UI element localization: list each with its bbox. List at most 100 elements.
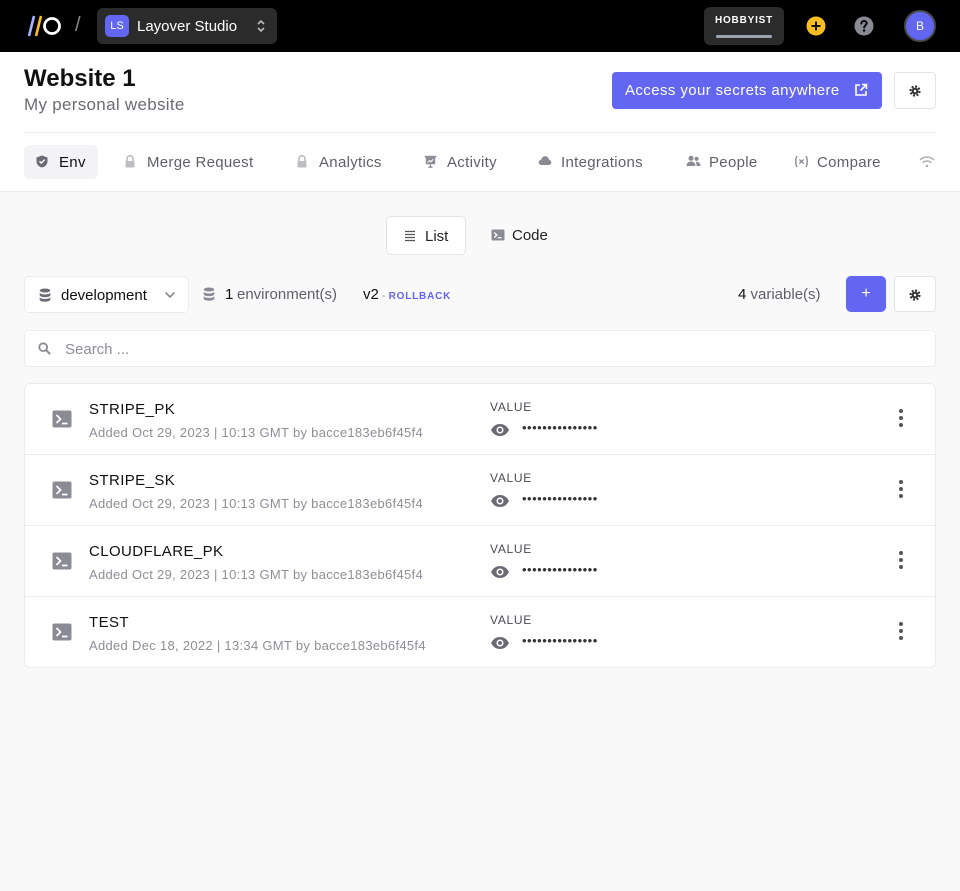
search-input[interactable]: [65, 339, 915, 359]
eye-icon[interactable]: [490, 636, 510, 650]
variable-row[interactable]: STRIPE_SK Added Oct 29, 2023 | 10:13 GMT…: [25, 455, 935, 526]
org-avatar: LS: [105, 15, 129, 37]
tab-label: People: [709, 154, 758, 171]
project-header: Website 1 My personal website Access you…: [0, 52, 960, 192]
masked-value: •••••••••••••••: [522, 562, 598, 577]
variable-row[interactable]: STRIPE_PK Added Oct 29, 2023 | 10:13 GMT…: [25, 384, 935, 455]
variable-meta: Added Oct 29, 2023 | 10:13 GMT by bacce1…: [89, 567, 423, 582]
value-label: VALUE: [490, 613, 532, 627]
variable-row[interactable]: CLOUDFLARE_PK Added Oct 29, 2023 | 10:13…: [25, 526, 935, 597]
gear-icon: [909, 289, 921, 301]
terminal-icon: [52, 552, 72, 570]
tab-analytics[interactable]: Analytics: [284, 145, 400, 179]
tab-label: Integrations: [561, 154, 643, 171]
variable-key: TEST: [89, 614, 129, 631]
wifi-icon[interactable]: [919, 155, 935, 168]
external-link-icon: [855, 83, 868, 96]
rollback-link[interactable]: ROLLBACK: [389, 291, 452, 302]
variable-row[interactable]: TEST Added Dec 18, 2022 | 13:34 GMT by b…: [25, 597, 935, 667]
tab-label: Activity: [447, 154, 497, 171]
environment-name: development: [61, 287, 147, 304]
cloud-icon: [538, 156, 552, 165]
environment-settings-button[interactable]: [894, 276, 936, 312]
value-label: VALUE: [490, 400, 532, 414]
tab-integrations[interactable]: Integrations: [526, 145, 662, 179]
chevron-updown-icon: [257, 19, 265, 33]
eye-icon[interactable]: [490, 565, 510, 579]
value-label: VALUE: [490, 542, 532, 556]
shield-icon: [36, 155, 48, 168]
breadcrumb-separator: /: [75, 14, 81, 36]
lock-icon: [297, 155, 307, 168]
version-number: v2: [363, 286, 379, 303]
terminal-icon: [491, 229, 505, 241]
tab-merge-request[interactable]: Merge Request: [112, 145, 270, 179]
tab-label: Compare: [817, 154, 881, 171]
plan-badge[interactable]: HOBBYIST: [704, 7, 784, 45]
plan-usage-fill: [716, 35, 772, 38]
environment-count-label: environment(s): [237, 286, 338, 303]
terminal-icon: [52, 410, 72, 428]
masked-value: •••••••••••••••: [522, 633, 598, 648]
code-view-label: Code: [512, 227, 548, 244]
database-icon: [39, 288, 51, 302]
plan-label: HOBBYIST: [714, 15, 774, 26]
variable-list: STRIPE_PK Added Oct 29, 2023 | 10:13 GMT…: [24, 383, 936, 668]
org-name: Layover Studio: [137, 18, 238, 35]
presentation-chart-icon: [424, 155, 437, 168]
masked-value: •••••••••••••••: [522, 420, 598, 435]
page-title: Website 1: [24, 65, 136, 92]
environment-count-number: 1: [225, 286, 234, 303]
tab-activity[interactable]: Activity: [412, 145, 516, 179]
top-bar: / LS Layover Studio HOBBYIST B: [0, 0, 960, 52]
eye-icon[interactable]: [490, 494, 510, 508]
environment-select[interactable]: development: [24, 276, 189, 313]
more-vertical-icon[interactable]: [893, 621, 909, 641]
access-secrets-button[interactable]: Access your secrets anywhere: [612, 72, 882, 109]
add-variable-button[interactable]: +: [846, 276, 886, 312]
users-icon: [686, 155, 701, 166]
variable-meta: Added Oct 29, 2023 | 10:13 GMT by bacce1…: [89, 496, 423, 511]
chevron-down-icon: [164, 291, 176, 299]
search-icon: [38, 342, 51, 355]
list-view-label: List: [425, 228, 449, 245]
database-icon: [203, 287, 215, 301]
variable-count-number: 4: [738, 286, 747, 303]
list-view-button[interactable]: List: [386, 216, 466, 255]
more-vertical-icon[interactable]: [893, 479, 909, 499]
app-logo-icon[interactable]: [24, 15, 62, 37]
terminal-icon: [52, 623, 72, 641]
help-icon[interactable]: [854, 16, 874, 36]
tab-label: Analytics: [319, 154, 382, 171]
masked-value: •••••••••••••••: [522, 491, 598, 506]
project-settings-button[interactable]: [894, 72, 936, 109]
variable-key: CLOUDFLARE_PK: [89, 543, 224, 560]
access-secrets-label: Access your secrets anywhere: [625, 82, 840, 99]
tab-compare[interactable]: Compare: [782, 145, 898, 179]
code-view-button[interactable]: Code: [474, 216, 564, 255]
gear-icon: [909, 85, 921, 97]
list-icon: [405, 230, 415, 242]
variable-icon: [795, 155, 808, 168]
add-circle-icon[interactable]: [806, 16, 826, 36]
value-label: VALUE: [490, 471, 532, 485]
version-indicator: v2 - ROLLBACK: [363, 286, 451, 303]
search-bar: [24, 330, 936, 367]
tab-env[interactable]: Env: [24, 145, 98, 179]
variable-count: 4 variable(s): [738, 286, 821, 303]
organization-switcher[interactable]: LS Layover Studio: [97, 8, 277, 44]
page-subtitle: My personal website: [24, 95, 185, 114]
more-vertical-icon[interactable]: [893, 550, 909, 570]
variable-meta: Added Dec 18, 2022 | 13:34 GMT by bacce1…: [89, 638, 426, 653]
variable-key: STRIPE_SK: [89, 472, 176, 489]
tab-label: Env: [59, 154, 86, 171]
header-divider: [24, 132, 936, 133]
lock-icon: [125, 155, 135, 168]
eye-icon[interactable]: [490, 423, 510, 437]
variable-count-label: variable(s): [750, 286, 821, 303]
tab-label: Merge Request: [147, 154, 254, 171]
user-avatar[interactable]: B: [904, 10, 936, 42]
variable-key: STRIPE_PK: [89, 401, 176, 418]
more-vertical-icon[interactable]: [893, 408, 909, 428]
tab-people[interactable]: People: [674, 145, 772, 179]
